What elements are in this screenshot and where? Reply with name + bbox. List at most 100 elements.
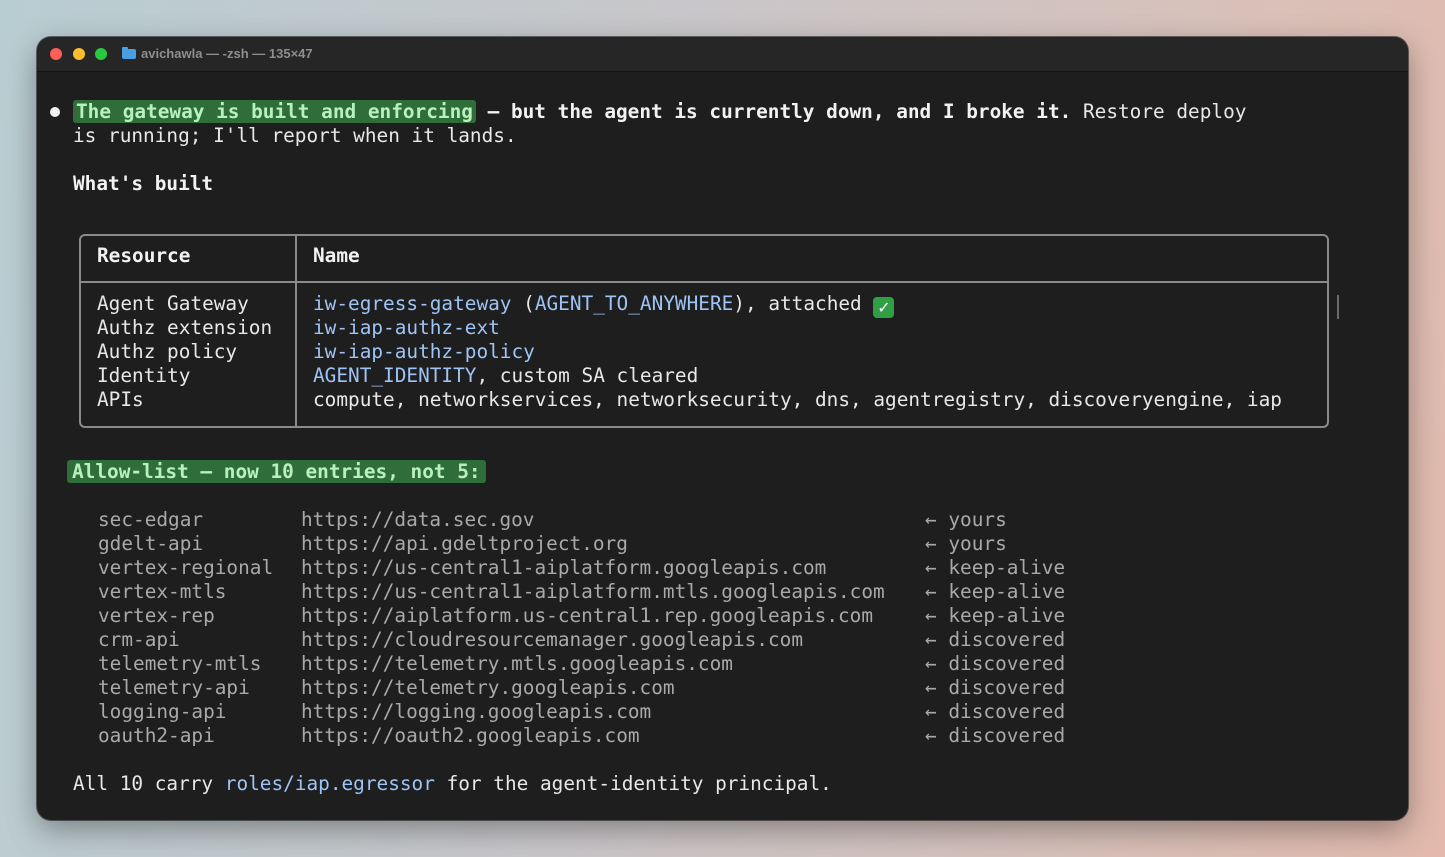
left-arrow-icon: ← xyxy=(925,580,937,603)
entry-note: ← discovered xyxy=(925,652,1065,676)
note-text: keep-alive xyxy=(948,580,1066,603)
intro-line-1: The gateway is built and enforcing — but… xyxy=(73,100,1246,124)
gateway-name: iw-egress-gateway xyxy=(313,292,512,315)
entry-name: oauth2-api xyxy=(98,724,215,747)
entry-url: https://telemetry.googleapis.com xyxy=(301,676,675,699)
entry-url: https://us-central1-aiplatform.googleapi… xyxy=(301,556,827,579)
table-row-name: iw-egress-gateway (AGENT_TO_ANYWHERE), a… xyxy=(313,292,895,318)
entry-url: https://data.sec.gov xyxy=(301,508,535,531)
left-arrow-icon: ← xyxy=(925,556,937,579)
name-text: ( xyxy=(511,292,535,315)
minimize-button[interactable] xyxy=(73,48,85,60)
intro-bold: — but the agent is currently down, and I… xyxy=(475,100,1072,123)
entry-note: ← discovered xyxy=(925,676,1065,700)
note-text: discovered xyxy=(948,724,1066,747)
list-item: sec-edgar https://data.sec.gov ← yours xyxy=(98,508,1198,532)
table-column-divider xyxy=(295,236,297,426)
intro-highlight: The gateway is built and enforcing xyxy=(73,100,476,123)
table-row-resource: Identity xyxy=(97,364,191,387)
entry-note: ← yours xyxy=(925,532,1007,556)
name-text: , custom SA cleared xyxy=(476,364,699,387)
intro-normal: Restore deploy xyxy=(1071,100,1247,123)
entry-name: gdelt-api xyxy=(98,532,204,555)
table-row-resource: Agent Gateway xyxy=(97,292,249,315)
footer-line: All 10 carry roles/iap.egressor for the … xyxy=(73,772,832,796)
check-mark-icon: ✓ xyxy=(873,297,895,318)
entry-name: crm-api xyxy=(98,628,180,651)
left-arrow-icon: ← xyxy=(925,700,937,723)
note-text: discovered xyxy=(948,676,1066,699)
table-row-name: AGENT_IDENTITY, custom SA cleared xyxy=(313,364,698,388)
note-text: discovered xyxy=(948,628,1066,651)
left-arrow-icon: ← xyxy=(925,652,937,675)
list-item: vertex-rep https://aiplatform.us-central1… xyxy=(98,604,1198,628)
terminal-window[interactable]: avichawla — -zsh — 135×47 The gateway is… xyxy=(37,37,1408,820)
note-text: yours xyxy=(948,508,1007,531)
note-text: keep-alive xyxy=(948,556,1066,579)
gateway-mode: AGENT_TO_ANYWHERE xyxy=(534,292,734,315)
entry-url: https://api.gdeltproject.org xyxy=(301,532,628,555)
role-name: roles/iap.egressor xyxy=(224,772,435,795)
entry-note: ← keep-alive xyxy=(925,556,1065,580)
table-header-divider xyxy=(81,281,1327,283)
intro-line-2: is running; I'll report when it lands. xyxy=(73,124,517,147)
entry-name: vertex-mtls xyxy=(98,580,227,603)
identity-name: AGENT_IDENTITY xyxy=(313,364,477,387)
list-item: crm-api https://cloudresourcemanager.goog… xyxy=(98,628,1198,652)
table-row-resource: APIs xyxy=(97,388,144,411)
left-arrow-icon: ← xyxy=(925,676,937,699)
bullet-icon xyxy=(50,107,60,117)
entry-url: https://telemetry.mtls.googleapis.com xyxy=(301,652,733,675)
table-row-resource: Authz policy xyxy=(97,340,238,363)
table-row-name: iw-iap-authz-policy xyxy=(313,340,535,363)
entry-name: telemetry-mtls xyxy=(98,652,262,675)
left-arrow-icon: ← xyxy=(925,604,937,627)
text-cursor xyxy=(1337,295,1339,319)
table-row-resource: Authz extension xyxy=(97,316,273,339)
entry-url: https://us-central1-aiplatform.mtls.goog… xyxy=(301,580,885,603)
table-row-name: iw-iap-authz-ext xyxy=(313,316,500,339)
entry-note: ← keep-alive xyxy=(925,604,1065,628)
list-item: telemetry-api https://telemetry.googleapi… xyxy=(98,676,1198,700)
entry-name: vertex-regional xyxy=(98,556,274,579)
list-item: gdelt-api https://api.gdeltproject.org ← y… xyxy=(98,532,1198,556)
left-arrow-icon: ← xyxy=(925,628,937,651)
list-item: oauth2-api https://oauth2.googleapis.com ←… xyxy=(98,724,1198,748)
entry-note: ← discovered xyxy=(925,724,1065,748)
entry-name: sec-edgar xyxy=(98,508,204,531)
left-arrow-icon: ← xyxy=(925,724,937,747)
entry-note: ← discovered xyxy=(925,700,1065,724)
folder-icon xyxy=(122,47,136,59)
list-item: telemetry-mtls https://telemetry.mtls.goo… xyxy=(98,652,1198,676)
list-item: logging-api https://logging.googleapis.co… xyxy=(98,700,1198,724)
footer-text: All 10 carry xyxy=(73,772,225,795)
zoom-button[interactable] xyxy=(95,48,107,60)
left-arrow-icon: ← xyxy=(925,532,937,555)
window-title: avichawla — -zsh — 135×47 xyxy=(141,46,313,61)
table-header-name: Name xyxy=(313,244,360,267)
footer-text: for the agent-identity principal. xyxy=(434,772,832,795)
entry-url: https://aiplatform.us-central1.rep.googl… xyxy=(301,604,874,627)
note-text: discovered xyxy=(948,700,1066,723)
entry-name: logging-api xyxy=(98,700,227,723)
entry-name: telemetry-api xyxy=(98,676,250,699)
entry-url: https://cloudresourcemanager.googleapis.… xyxy=(301,628,803,651)
name-text: ), attached xyxy=(733,292,874,315)
note-text: discovered xyxy=(948,652,1066,675)
title-bar[interactable]: avichawla — -zsh — 135×47 xyxy=(37,37,1408,72)
entry-note: ← yours xyxy=(925,508,1007,532)
note-text: yours xyxy=(948,532,1007,555)
entry-note: ← discovered xyxy=(925,628,1065,652)
entry-url: https://oauth2.googleapis.com xyxy=(301,724,640,747)
entry-url: https://logging.googleapis.com xyxy=(301,700,652,723)
close-button[interactable] xyxy=(50,48,62,60)
allowlist-heading-wrap: Allow-list — now 10 entries, not 5: xyxy=(67,460,486,484)
list-item: vertex-mtls https://us-central1-aiplatfor… xyxy=(98,580,1198,604)
table-header-resource: Resource xyxy=(97,244,191,267)
entry-name: vertex-rep xyxy=(98,604,215,627)
left-arrow-icon: ← xyxy=(925,508,937,531)
list-item: vertex-regional https://us-central1-aipla… xyxy=(98,556,1198,580)
whats-built-heading: What's built xyxy=(73,172,214,195)
note-text: keep-alive xyxy=(948,604,1066,627)
table-row-name: compute, networkservices, networksecurit… xyxy=(313,388,1282,411)
